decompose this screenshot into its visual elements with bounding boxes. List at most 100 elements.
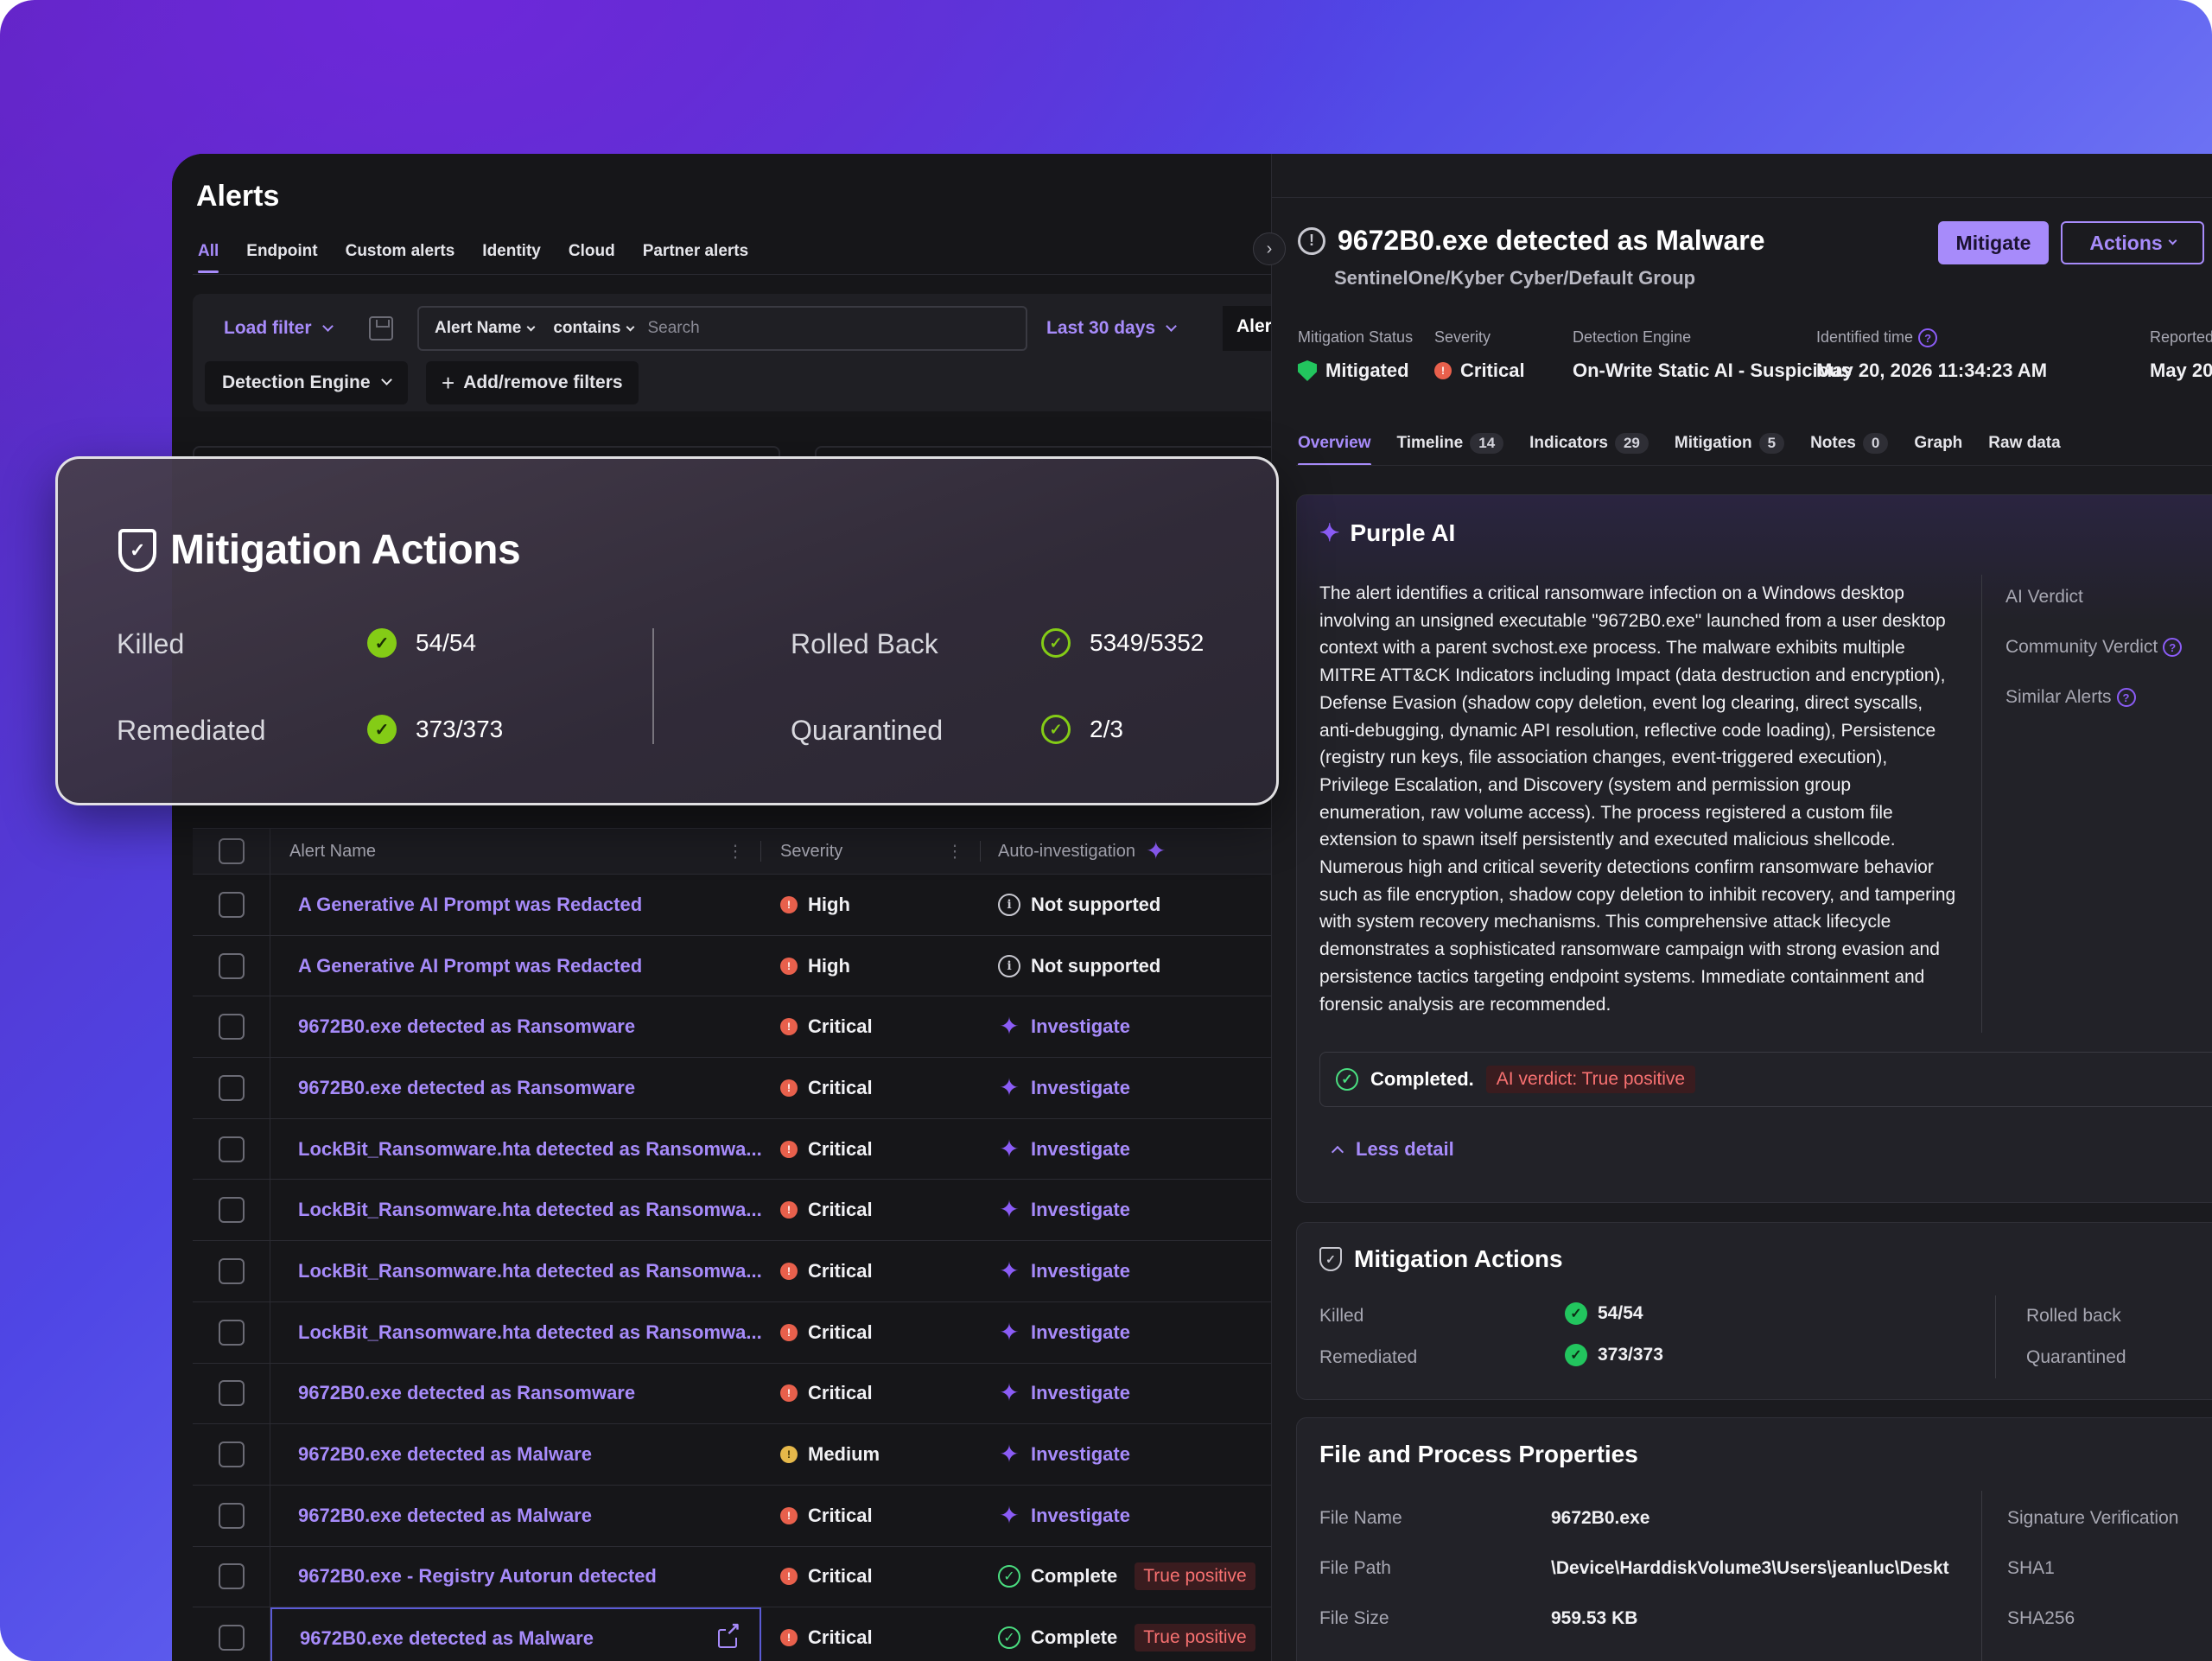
- table-row[interactable]: 9672B0.exe - Registry Autorun detected! C…: [193, 1546, 1271, 1608]
- auto-investigation-status[interactable]: Investigate: [1031, 1077, 1130, 1099]
- mitigation-status-label: Mitigation Status: [1298, 328, 1414, 346]
- help-icon[interactable]: ?: [1918, 328, 1938, 348]
- remediated-label: Remediated: [1319, 1347, 1418, 1367]
- table-row[interactable]: LockBit_Ransomware.hta detected as Ranso…: [193, 1301, 1271, 1364]
- search-input[interactable]: Search: [647, 319, 699, 338]
- column-auto-investigation[interactable]: Auto-investigation ✦: [981, 829, 1271, 874]
- table-row[interactable]: 9672B0.exe detected as Malware! Critical ✓…: [193, 1607, 1271, 1661]
- column-alert-name[interactable]: Alert Name ⋮: [270, 829, 761, 874]
- row-checkbox[interactable]: [218, 1380, 245, 1407]
- column-menu-icon[interactable]: ⋮: [727, 841, 744, 862]
- date-range-dropdown[interactable]: Last 30 days: [1046, 318, 1177, 339]
- row-checkbox[interactable]: [218, 952, 245, 979]
- tab-timeline[interactable]: Timeline 14: [1397, 433, 1504, 466]
- severity-text: Critical: [808, 1626, 873, 1649]
- table-row[interactable]: LockBit_Ransomware.hta detected as Ranso…: [193, 1118, 1271, 1181]
- alert-name-link[interactable]: 9672B0.exe detected as Ransomware: [270, 1058, 761, 1118]
- row-checkbox[interactable]: [218, 1319, 245, 1346]
- tab-cloud[interactable]: Cloud: [569, 242, 615, 273]
- table-row[interactable]: 9672B0.exe detected as Ransomware! Critic…: [193, 1363, 1271, 1425]
- tab-all[interactable]: All: [198, 242, 219, 273]
- alert-name-link[interactable]: 9672B0.exe detected as Malware: [270, 1607, 761, 1661]
- help-icon[interactable]: ?: [2163, 638, 2183, 657]
- table-row[interactable]: LockBit_Ransomware.hta detected as Ranso…: [193, 1180, 1271, 1242]
- auto-investigation-status[interactable]: Investigate: [1031, 1443, 1130, 1466]
- table-row[interactable]: 9672B0.exe detected as Ransomware! Critic…: [193, 996, 1271, 1059]
- quarantined-label: Quarantined: [2026, 1347, 2126, 1367]
- severity-value: ! Critical: [1434, 360, 1525, 382]
- auto-investigation-cell: ✦ Investigate: [981, 1119, 1271, 1180]
- query-input[interactable]: Alert Name contains Search: [417, 306, 1027, 351]
- help-icon[interactable]: ?: [2116, 688, 2136, 707]
- tab-custom-alerts[interactable]: Custom alerts: [346, 242, 455, 273]
- alert-name-link[interactable]: LockBit_Ransomware.hta detected as Ranso…: [270, 1180, 761, 1240]
- table-row[interactable]: A Generative AI Prompt was Redacted! High…: [193, 935, 1271, 997]
- alert-name-link[interactable]: 9672B0.exe - Registry Autorun detected: [270, 1547, 761, 1607]
- alert-name-link[interactable]: 9672B0.exe detected as Malware: [270, 1424, 761, 1485]
- auto-investigation-status[interactable]: Investigate: [1031, 1382, 1130, 1404]
- alert-icon: !: [1298, 226, 1325, 255]
- auto-investigation-status[interactable]: Investigate: [1031, 1015, 1130, 1038]
- tab-mitigation[interactable]: Mitigation 5: [1675, 433, 1785, 466]
- row-checkbox[interactable]: [218, 1197, 245, 1224]
- tab-partner-alerts[interactable]: Partner alerts: [643, 242, 749, 273]
- table-row[interactable]: 9672B0.exe detected as Malware! Medium ✦ In…: [193, 1424, 1271, 1486]
- open-external-icon[interactable]: [718, 1620, 741, 1649]
- collapse-panel-button[interactable]: ›: [1253, 232, 1286, 265]
- row-checkbox[interactable]: [218, 1563, 245, 1590]
- alert-name-link[interactable]: LockBit_Ransomware.hta detected as Ranso…: [270, 1119, 761, 1180]
- table-row[interactable]: 9672B0.exe detected as Ransomware! Critic…: [193, 1058, 1271, 1119]
- auto-investigation-status[interactable]: Investigate: [1031, 1321, 1130, 1344]
- alert-name-link[interactable]: LockBit_Ransomware.hta detected as Ranso…: [270, 1241, 761, 1301]
- auto-investigation-status[interactable]: Investigate: [1031, 1260, 1130, 1282]
- alert-name-link[interactable]: A Generative AI Prompt was Redacted: [270, 936, 761, 996]
- killed-label: Killed: [117, 628, 185, 659]
- tab-indicators[interactable]: Indicators 29: [1529, 433, 1649, 466]
- less-detail-toggle[interactable]: Less detail: [1331, 1138, 1454, 1161]
- critical-icon: !: [1434, 362, 1452, 379]
- query-field[interactable]: Alert Name: [435, 319, 536, 338]
- alert-name-link[interactable]: 9672B0.exe detected as Malware: [270, 1486, 761, 1546]
- alert-name-link[interactable]: LockBit_Ransomware.hta detected as Ranso…: [270, 1302, 761, 1363]
- tab-notes[interactable]: Notes 0: [1810, 433, 1889, 466]
- row-checkbox[interactable]: [218, 1441, 245, 1468]
- actions-button[interactable]: Actions: [2061, 221, 2204, 264]
- alert-name-link[interactable]: A Generative AI Prompt was Redacted: [270, 875, 761, 935]
- row-checkbox[interactable]: [218, 1625, 245, 1651]
- row-checkbox[interactable]: [218, 1074, 245, 1101]
- sparkle-icon: ✦: [999, 1257, 1020, 1284]
- plus-icon: +: [442, 369, 455, 396]
- tab-identity[interactable]: Identity: [482, 242, 541, 273]
- row-checkbox[interactable]: [218, 1136, 245, 1162]
- auto-investigation-status[interactable]: Investigate: [1031, 1199, 1130, 1221]
- alert-name-link[interactable]: 9672B0.exe detected as Ransomware: [270, 996, 761, 1057]
- auto-investigation-status[interactable]: Investigate: [1031, 1505, 1130, 1527]
- tab-raw-data[interactable]: Raw data: [1988, 433, 2060, 466]
- column-menu-icon[interactable]: ⋮: [946, 841, 963, 862]
- load-filter-dropdown[interactable]: Load filter: [224, 318, 334, 339]
- add-remove-filters-button[interactable]: + Add/remove filters: [426, 361, 639, 404]
- tab-graph[interactable]: Graph: [1914, 433, 1962, 466]
- alert-status-filter[interactable]: Alert S: [1223, 306, 1274, 351]
- mitigate-button[interactable]: Mitigate: [1938, 221, 2049, 264]
- row-checkbox[interactable]: [218, 891, 245, 918]
- column-severity[interactable]: Severity ⋮: [761, 829, 981, 874]
- table-row[interactable]: A Generative AI Prompt was Redacted! High…: [193, 875, 1271, 936]
- tab-endpoint[interactable]: Endpoint: [246, 242, 317, 273]
- detection-engine-filter[interactable]: Detection Engine: [205, 361, 408, 404]
- chevron-down-icon: [626, 322, 635, 332]
- table-row[interactable]: 9672B0.exe detected as Malware! Critical ✦…: [193, 1485, 1271, 1547]
- row-checkbox[interactable]: [218, 1502, 245, 1529]
- severity-cell: ! Critical: [761, 1180, 981, 1240]
- table-row[interactable]: LockBit_Ransomware.hta detected as Ranso…: [193, 1241, 1271, 1302]
- severity-text: Critical: [808, 1199, 873, 1221]
- query-operator[interactable]: contains: [553, 319, 635, 338]
- save-icon[interactable]: [369, 316, 393, 340]
- select-all-checkbox[interactable]: [218, 838, 245, 864]
- alert-name-link[interactable]: 9672B0.exe detected as Ransomware: [270, 1364, 761, 1424]
- row-checkbox[interactable]: [218, 1257, 245, 1284]
- row-checkbox[interactable]: [218, 1014, 245, 1041]
- tab-overview[interactable]: Overview: [1298, 433, 1371, 466]
- alert-title: ! 9672B0.exe detected as Malware: [1298, 225, 1765, 257]
- auto-investigation-status[interactable]: Investigate: [1031, 1138, 1130, 1161]
